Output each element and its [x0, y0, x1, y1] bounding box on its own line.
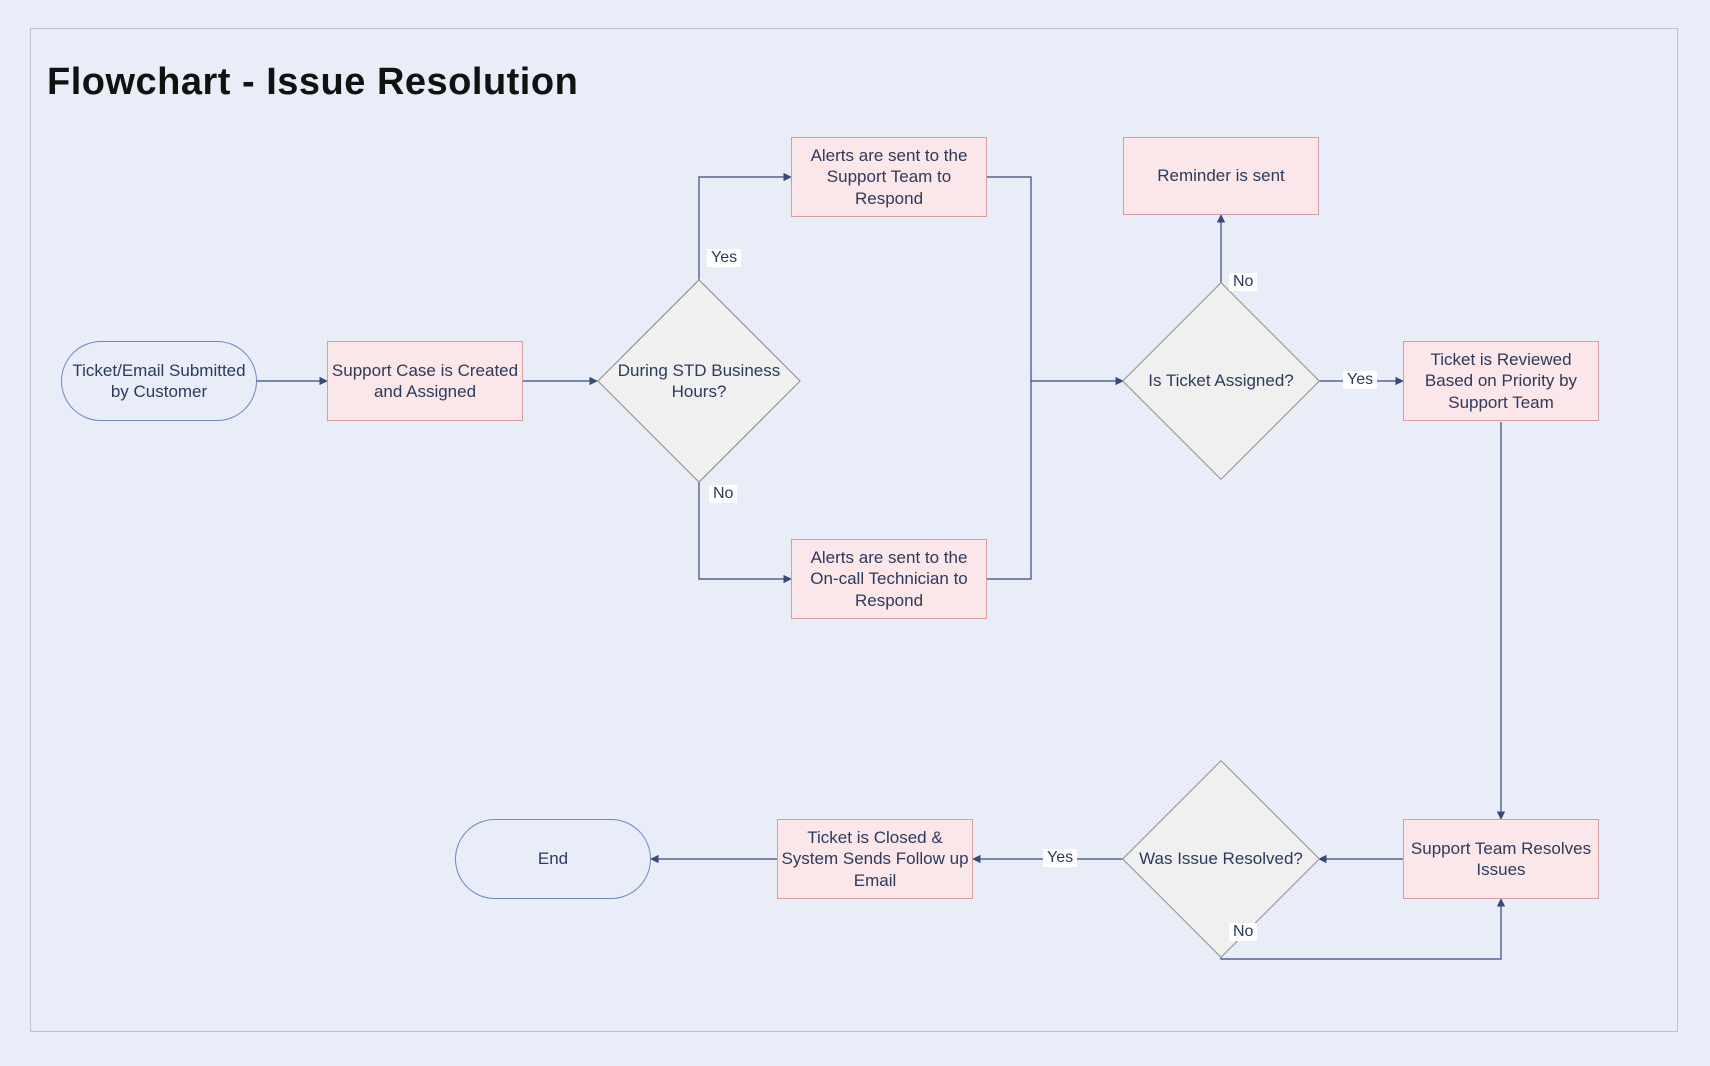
node-alert-oncall-label: Alerts are sent to the On-call Technicia… — [791, 539, 987, 619]
label-assigned-no: No — [1229, 273, 1257, 291]
label-hours-no: No — [709, 485, 737, 503]
label-hours-yes: Yes — [707, 249, 741, 267]
label-assigned-yes: Yes — [1343, 371, 1377, 389]
node-alert-team-label: Alerts are sent to the Support Team to R… — [791, 137, 987, 217]
node-is-assigned-label: Is Ticket Assigned? — [1121, 341, 1321, 421]
node-reviewed-label: Ticket is Reviewed Based on Priority by … — [1403, 341, 1599, 421]
node-hours-label: During STD Business Hours? — [599, 331, 799, 431]
label-resolved-no: No — [1229, 923, 1257, 941]
diagram-title: Flowchart - Issue Resolution — [47, 61, 578, 104]
diagram-canvas: Flowchart - Issue Resolution — [30, 28, 1678, 1032]
node-assign-label: Support Case is Created and Assigned — [327, 341, 523, 421]
node-start-label: Ticket/Email Submitted by Customer — [61, 341, 257, 421]
node-closed-label: Ticket is Closed & System Sends Follow u… — [777, 819, 973, 899]
node-was-resolved-label: Was Issue Resolved? — [1121, 819, 1321, 899]
node-end-label: End — [455, 819, 651, 899]
label-resolved-yes: Yes — [1043, 849, 1077, 867]
node-reminder-label: Reminder is sent — [1123, 137, 1319, 215]
node-resolves-label: Support Team Resolves Issues — [1403, 819, 1599, 899]
